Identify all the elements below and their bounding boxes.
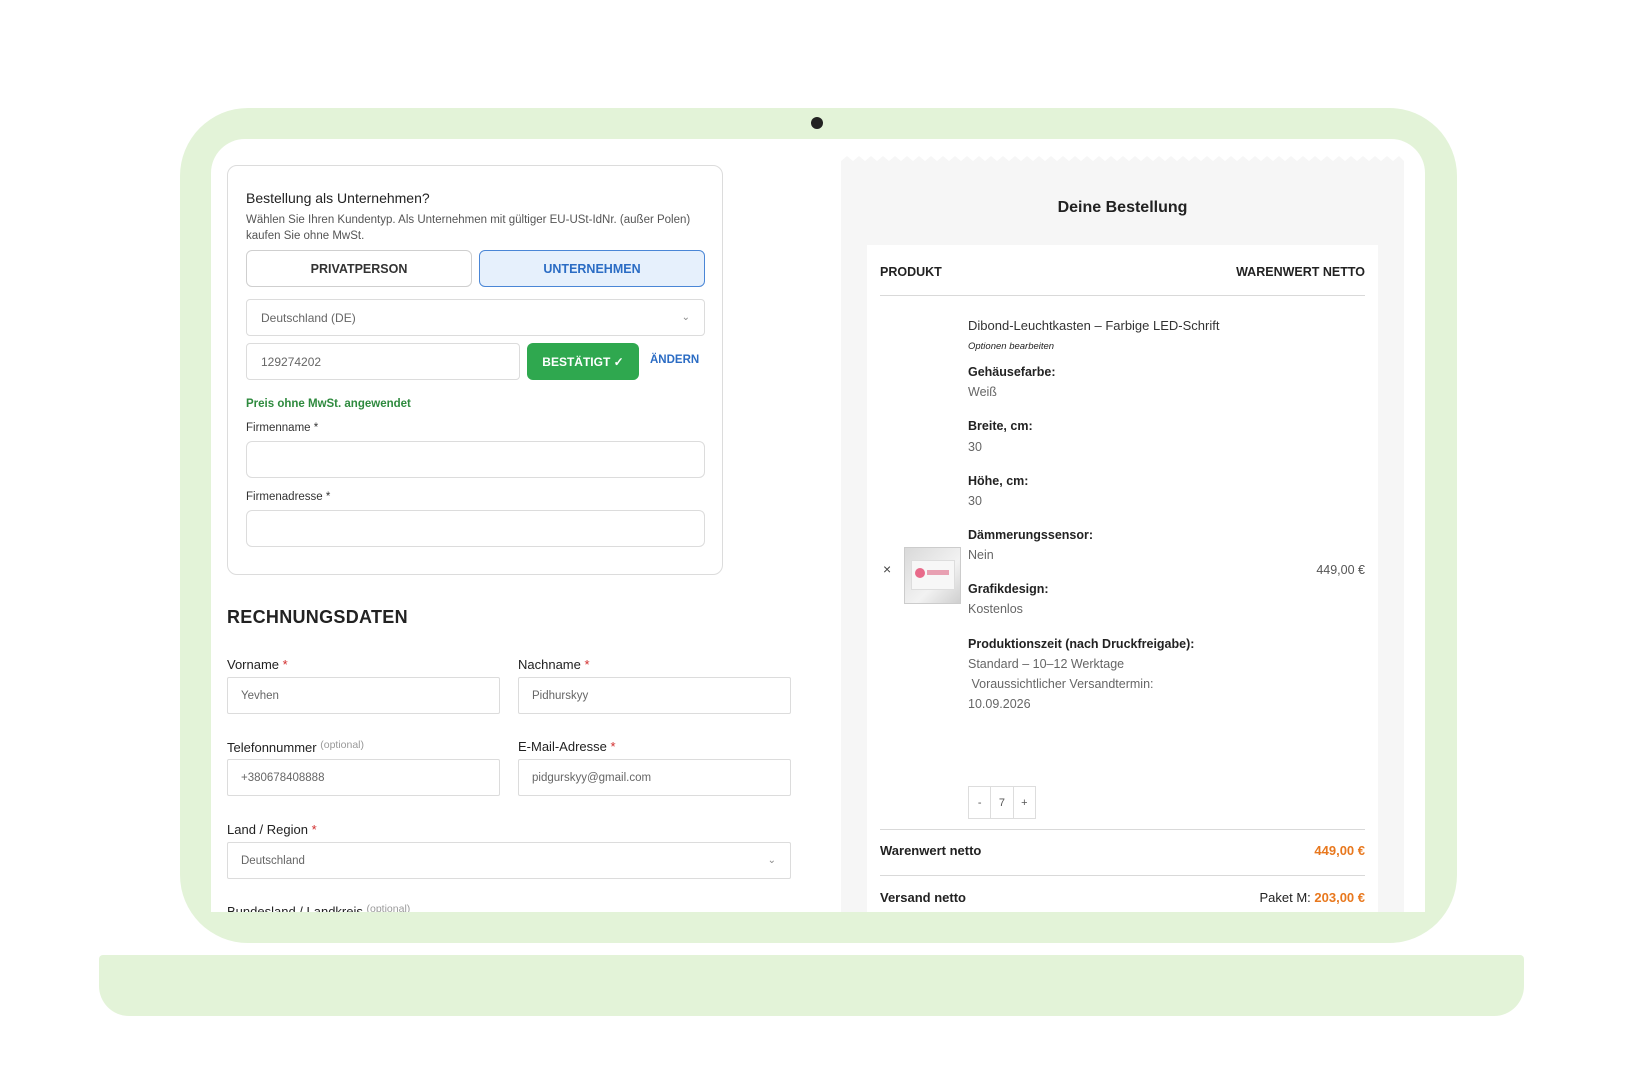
option-key: Produktionszeit (nach Druckfreigabe): bbox=[968, 637, 1195, 651]
shipping-method: Paket M: bbox=[1259, 890, 1315, 905]
option-key: Dämmerungssensor: bbox=[968, 528, 1094, 542]
company-name-input[interactable] bbox=[246, 441, 705, 478]
edit-options-link[interactable]: Optionen bearbeiten bbox=[968, 341, 1054, 352]
vat-confirmed-button[interactable]: BESTÄTIGT ✓ bbox=[527, 343, 639, 380]
order-title: Deine Bestellung bbox=[1057, 199, 1188, 216]
option-key: Breite, cm: bbox=[968, 419, 1033, 433]
company-box-title: Bestellung als Unternehmen? bbox=[246, 190, 430, 206]
qty-increase-button[interactable]: + bbox=[1014, 787, 1035, 818]
qty-value[interactable]: 7 bbox=[991, 787, 1014, 818]
item-price: 449,00 € bbox=[1316, 563, 1365, 577]
product-thumbnail bbox=[904, 547, 961, 604]
thumbnail-led-dot bbox=[915, 568, 925, 578]
column-product: PRODUKT bbox=[880, 265, 942, 279]
first-name-label: Vorname * bbox=[227, 657, 288, 672]
optional-mark: (optional) bbox=[320, 739, 365, 751]
qty-decrease-button[interactable]: - bbox=[969, 787, 992, 818]
vat-country-select[interactable]: Deutschland (DE) ⌄ bbox=[246, 299, 705, 336]
state-label-text: Bundesland / Landkreis bbox=[227, 904, 363, 912]
order-table: PRODUKT WARENWERT NETTO Dibond-Leuchtkas… bbox=[867, 245, 1378, 912]
required-mark: * bbox=[311, 822, 317, 837]
subtotal-label: Warenwert netto bbox=[880, 843, 982, 858]
company-button[interactable]: UNTERNEHMEN bbox=[479, 250, 705, 287]
option-key: Gehäusefarbe: bbox=[968, 365, 1056, 379]
country-label: Land / Region * bbox=[227, 822, 317, 837]
vat-country-value: Deutschland (DE) bbox=[261, 310, 356, 325]
email-label-text: E-Mail-Adresse bbox=[518, 739, 607, 754]
shipping-value: Paket M: 203,00 € bbox=[1259, 890, 1365, 905]
phone-label: Telefonnummer (optional) bbox=[227, 739, 364, 755]
option-value: Nein bbox=[968, 548, 994, 562]
option-value-line: 10.09.2026 bbox=[968, 697, 1031, 711]
thumbnail-led-text bbox=[927, 570, 949, 575]
billing-title: RECHNUNGSDATEN bbox=[227, 607, 408, 627]
company-name-label: Firmenname * bbox=[246, 422, 319, 434]
option-value: Weiß bbox=[968, 385, 997, 399]
first-name-input[interactable]: Yevhen bbox=[227, 677, 500, 714]
email-label: E-Mail-Adresse * bbox=[518, 739, 616, 754]
email-input[interactable]: pidgurskyy@gmail.com bbox=[518, 759, 791, 796]
camera-dot bbox=[811, 117, 823, 129]
chevron-down-icon: ⌄ bbox=[767, 855, 776, 866]
optional-mark: (optional) bbox=[366, 903, 411, 912]
vat-id-input[interactable]: 129274202 bbox=[246, 343, 520, 380]
company-address-label: Firmenadresse * bbox=[246, 491, 331, 503]
subtotal-value: 449,00 € bbox=[1314, 843, 1365, 858]
checkout-screen: Bestellung als Unternehmen? Wählen Sie I… bbox=[211, 139, 1425, 912]
company-order-box: Bestellung als Unternehmen? Wählen Sie I… bbox=[227, 165, 723, 575]
country-select-value: Deutschland bbox=[241, 854, 305, 867]
column-net-value: WARENWERT NETTO bbox=[1236, 265, 1365, 279]
vat-applied-note: Preis ohne MwSt. angewendet bbox=[246, 398, 411, 410]
last-name-label-text: Nachname bbox=[518, 657, 581, 672]
chevron-down-icon: ⌄ bbox=[681, 312, 690, 323]
shipping-label: Versand netto bbox=[880, 890, 966, 905]
company-box-description: Wählen Sie Ihren Kundentyp. Als Unterneh… bbox=[246, 214, 691, 242]
subtotal-divider bbox=[880, 875, 1365, 876]
option-value-line: Voraussichtlicher Versandtermin: bbox=[968, 677, 1154, 691]
country-label-text: Land / Region bbox=[227, 822, 308, 837]
state-label: Bundesland / Landkreis (optional) bbox=[227, 903, 410, 912]
option-value-line: Standard – 10–12 Werktage bbox=[968, 657, 1125, 671]
laptop-base bbox=[99, 955, 1524, 1016]
quantity-stepper: - 7 + bbox=[968, 786, 1036, 819]
last-name-input[interactable]: Pidhurskyy bbox=[518, 677, 791, 714]
last-name-label: Nachname * bbox=[518, 657, 590, 672]
shipping-price: 203,00 € bbox=[1314, 890, 1365, 905]
order-summary-panel: Deine Bestellung PRODUKT WARENWERT NETTO… bbox=[841, 165, 1404, 912]
required-mark: * bbox=[584, 657, 590, 672]
option-key: Höhe, cm: bbox=[968, 474, 1029, 488]
option-value: 30 bbox=[968, 440, 982, 454]
option-value: 30 bbox=[968, 494, 982, 508]
vat-change-link[interactable]: ÄNDERN bbox=[650, 354, 699, 366]
option-value: Kostenlos bbox=[968, 602, 1023, 616]
header-divider bbox=[880, 295, 1365, 296]
required-mark: * bbox=[282, 657, 288, 672]
private-person-button[interactable]: PRIVATPERSON bbox=[246, 250, 472, 287]
option-key: Grafikdesign: bbox=[968, 582, 1049, 596]
items-divider bbox=[880, 829, 1365, 830]
first-name-label-text: Vorname bbox=[227, 657, 280, 672]
required-mark: * bbox=[610, 739, 616, 754]
phone-input[interactable]: +380678408888 bbox=[227, 759, 500, 796]
phone-label-text: Telefonnummer bbox=[227, 740, 317, 755]
company-address-input[interactable] bbox=[246, 510, 705, 547]
product-name: Dibond-Leuchtkasten – Farbige LED-Schrif… bbox=[968, 318, 1220, 333]
country-select[interactable]: Deutschland ⌄ bbox=[227, 842, 791, 879]
remove-item-icon[interactable]: × bbox=[883, 561, 891, 577]
